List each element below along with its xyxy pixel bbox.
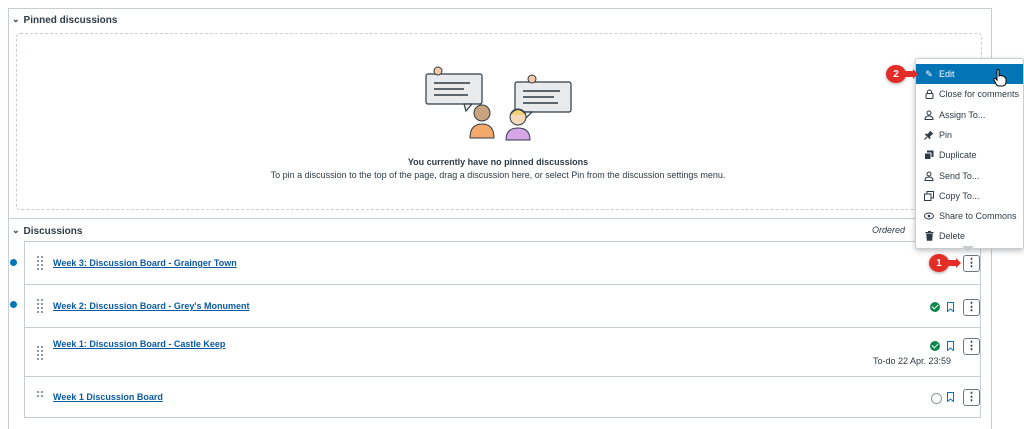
menu-item-duplicate[interactable]: Duplicate [916, 145, 1023, 165]
menu-item-label: Pin [939, 130, 953, 140]
discussions-heading: Discussions [23, 226, 83, 237]
bookmark-icon[interactable] [947, 302, 954, 312]
menu-item-pin[interactable]: Pin [916, 125, 1023, 145]
discussion-title-link[interactable]: Week 1: Discussion Board - Castle Keep [53, 339, 225, 349]
menu-item-label: Edit [939, 69, 955, 79]
bookmark-icon[interactable] [947, 392, 954, 402]
drag-handle-icon[interactable] [37, 346, 45, 360]
menu-item-delete[interactable]: Delete [916, 226, 1023, 246]
step-1-arrow [947, 258, 961, 268]
menu-item-copy-to[interactable]: Copy To... [916, 186, 1023, 206]
menu-item-label: Duplicate [939, 150, 977, 160]
bookmark-icon[interactable] [947, 341, 954, 351]
step-2-arrow [904, 69, 918, 79]
discussions-section-toggle[interactable]: ⌄ Discussions [12, 225, 83, 237]
discussion-title-link[interactable]: Week 2: Discussion Board - Grey's Monume… [53, 301, 250, 311]
pin-icon [924, 130, 934, 140]
discussion-row[interactable]: Week 1 Discussion Board ⋮ [24, 376, 981, 418]
menu-pointer [962, 246, 974, 252]
step-2-badge: 2 [886, 65, 906, 83]
discussion-options-menu: ✎ Edit Close for comments Assign To... P… [915, 58, 1024, 249]
menu-item-label: Delete [939, 231, 966, 241]
ordered-label: Ordered [872, 225, 906, 235]
menu-item-assign-to[interactable]: Assign To... [916, 105, 1023, 125]
pencil-icon: ✎ [925, 68, 933, 79]
unread-indicator [10, 259, 17, 266]
menu-item-label: Send To... [939, 171, 980, 181]
empty-pinned-title: You currently have no pinned discussions [407, 157, 589, 167]
drag-handle-icon[interactable] [37, 391, 45, 405]
trash-icon [924, 231, 934, 241]
menu-item-close-for-comments[interactable]: Close for comments [916, 84, 1023, 104]
discussion-options-button[interactable]: ⋮ [963, 255, 980, 272]
section-divider [8, 218, 991, 219]
commons-icon [924, 211, 934, 221]
menu-item-label: Share to Commons [939, 211, 1017, 221]
empty-pinned-description: To pin a discussion to the top of the pa… [270, 170, 726, 180]
send-icon [924, 171, 934, 181]
pinned-section-toggle[interactable]: ⌄ Pinned discussions [12, 14, 118, 26]
copy-icon [924, 191, 934, 201]
menu-item-label: Assign To... [939, 110, 986, 120]
menu-item-send-to[interactable]: Send To... [916, 166, 1023, 186]
discussion-row[interactable]: Week 3: Discussion Board - Grainger Town… [24, 241, 981, 285]
todo-date: To-do 22 Apr. 23:59 [873, 356, 952, 366]
empty-pinned-illustration [425, 66, 572, 141]
menu-item-label: Close for comments [939, 89, 1020, 99]
hand-cursor-icon [993, 69, 1007, 87]
discussion-title-link[interactable]: Week 1 Discussion Board [53, 392, 163, 402]
assign-icon [924, 110, 934, 120]
menu-item-share-to-commons[interactable]: Share to Commons [916, 206, 1023, 226]
drag-handle-icon[interactable] [37, 299, 45, 313]
lock-icon [924, 89, 934, 99]
step-1-badge: 1 [929, 254, 949, 272]
unread-indicator [10, 301, 17, 308]
pinned-heading: Pinned discussions [23, 15, 118, 26]
discussion-options-button[interactable]: ⋮ [963, 299, 980, 316]
menu-item-label: Copy To... [939, 191, 980, 201]
published-check-icon[interactable] [930, 302, 940, 312]
duplicate-icon [924, 150, 934, 160]
drag-handle-icon[interactable] [37, 256, 45, 270]
published-check-icon[interactable] [930, 341, 940, 351]
chevron-down-icon: ⌄ [12, 14, 20, 24]
discussion-title-link[interactable]: Week 3: Discussion Board - Grainger Town [53, 258, 237, 268]
discussion-options-button[interactable]: ⋮ [963, 338, 980, 355]
clock-icon [931, 393, 942, 404]
chevron-down-icon: ⌄ [12, 225, 20, 235]
discussion-row[interactable]: Week 2: Discussion Board - Grey's Monume… [24, 284, 981, 328]
discussion-row[interactable]: Week 1: Discussion Board - Castle Keep ⋮… [24, 327, 981, 377]
